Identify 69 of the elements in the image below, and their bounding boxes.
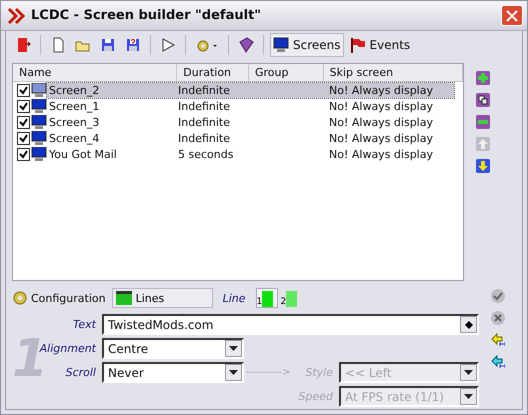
checkbox[interactable] bbox=[17, 148, 30, 160]
line-label: Line bbox=[222, 292, 246, 304]
field-label: Text bbox=[73, 318, 98, 331]
table-cell-text: No! Always display bbox=[328, 82, 434, 98]
configuration-label: Configuration bbox=[31, 292, 106, 304]
close-icon bbox=[506, 10, 518, 22]
field-label: Speed bbox=[298, 390, 334, 403]
checkbox[interactable] bbox=[17, 132, 30, 144]
diamond-icon bbox=[464, 320, 472, 328]
table-cell-text: You Got Mail bbox=[48, 146, 118, 162]
table-row[interactable]: Screen_4 Indefinite No! Always display bbox=[47, 130, 454, 146]
table-row[interactable]: Screen_3 Indefinite No! Always display bbox=[47, 114, 454, 130]
exit-door-icon bbox=[15, 37, 31, 53]
import-arrow-icon[interactable] bbox=[491, 333, 505, 347]
window-title: LCDC - Screen builder "default" bbox=[31, 8, 262, 23]
remove-icon[interactable] bbox=[476, 115, 490, 129]
close-button[interactable] bbox=[501, 5, 523, 26]
column-header[interactable]: Skip screen bbox=[324, 64, 463, 81]
caret-icon bbox=[229, 370, 238, 376]
caret-icon bbox=[229, 346, 238, 352]
table-cell-text: Indefinite bbox=[177, 114, 232, 130]
table-cell-text: Screen_1 bbox=[48, 98, 100, 114]
table-cell-text: 5 seconds bbox=[177, 146, 234, 162]
export-arrow-icon[interactable] bbox=[491, 355, 505, 369]
monitor-icon bbox=[31, 131, 47, 145]
dropdown-field[interactable]: Never bbox=[102, 362, 244, 383]
column-header[interactable]: Name bbox=[13, 64, 178, 81]
monitor-icon bbox=[31, 115, 47, 129]
checkbox[interactable] bbox=[17, 100, 30, 112]
table-cell-text: Indefinite bbox=[177, 98, 232, 114]
table-cell-text: Screen_3 bbox=[48, 114, 100, 130]
table-cell-text: No! Always display bbox=[328, 146, 434, 162]
floppy-question-icon bbox=[125, 37, 141, 53]
monitor-icon bbox=[273, 37, 289, 53]
line-button[interactable]: 1 bbox=[256, 288, 278, 308]
table-cell-text: Indefinite bbox=[177, 130, 232, 146]
monitor-icon bbox=[31, 147, 47, 161]
field-label: Style bbox=[305, 366, 334, 379]
table-row[interactable]: Screen_1 Indefinite No! Always display bbox=[47, 98, 454, 114]
type-button[interactable]: Lines bbox=[112, 288, 213, 308]
flag-icon bbox=[350, 37, 366, 53]
table-cell-text: No! Always display bbox=[328, 98, 434, 114]
table-cell-text: No! Always display bbox=[328, 114, 434, 130]
arrow-text: ----------> bbox=[246, 367, 290, 378]
table-cell-text: Screen_4 bbox=[48, 130, 100, 146]
text-field[interactable]: TwistedMods.com bbox=[102, 314, 479, 335]
table-cell-text: Screen_2 bbox=[48, 82, 100, 98]
table-row[interactable]: Screen_2 Indefinite No! Always display bbox=[47, 82, 454, 98]
column-header[interactable]: Duration bbox=[177, 64, 249, 81]
table-cell-text: Indefinite bbox=[177, 82, 232, 98]
caret-icon bbox=[464, 370, 473, 376]
monitor-icon bbox=[31, 83, 47, 97]
column-header[interactable]: Group bbox=[248, 64, 324, 81]
table-row[interactable]: You Got Mail 5 seconds No! Always display bbox=[47, 146, 454, 162]
app-logo-icon bbox=[7, 6, 25, 24]
down-arrow-icon[interactable] bbox=[476, 159, 490, 173]
monitor-icon bbox=[31, 99, 47, 113]
checkbox[interactable] bbox=[17, 116, 30, 128]
caret-icon bbox=[464, 394, 473, 400]
play-icon bbox=[160, 37, 176, 53]
lines-icon bbox=[116, 291, 132, 305]
table-cell-text: No! Always display bbox=[328, 130, 434, 146]
copy-icon[interactable] bbox=[476, 93, 490, 107]
toolbar-tab[interactable]: Screens bbox=[270, 33, 344, 57]
toolbar-tab[interactable]: Events bbox=[346, 33, 414, 57]
line-button[interactable]: 2 bbox=[280, 288, 302, 308]
add-icon[interactable] bbox=[476, 71, 490, 85]
dropdown-field[interactable]: Centre bbox=[102, 338, 244, 359]
checkbox[interactable] bbox=[17, 84, 30, 96]
